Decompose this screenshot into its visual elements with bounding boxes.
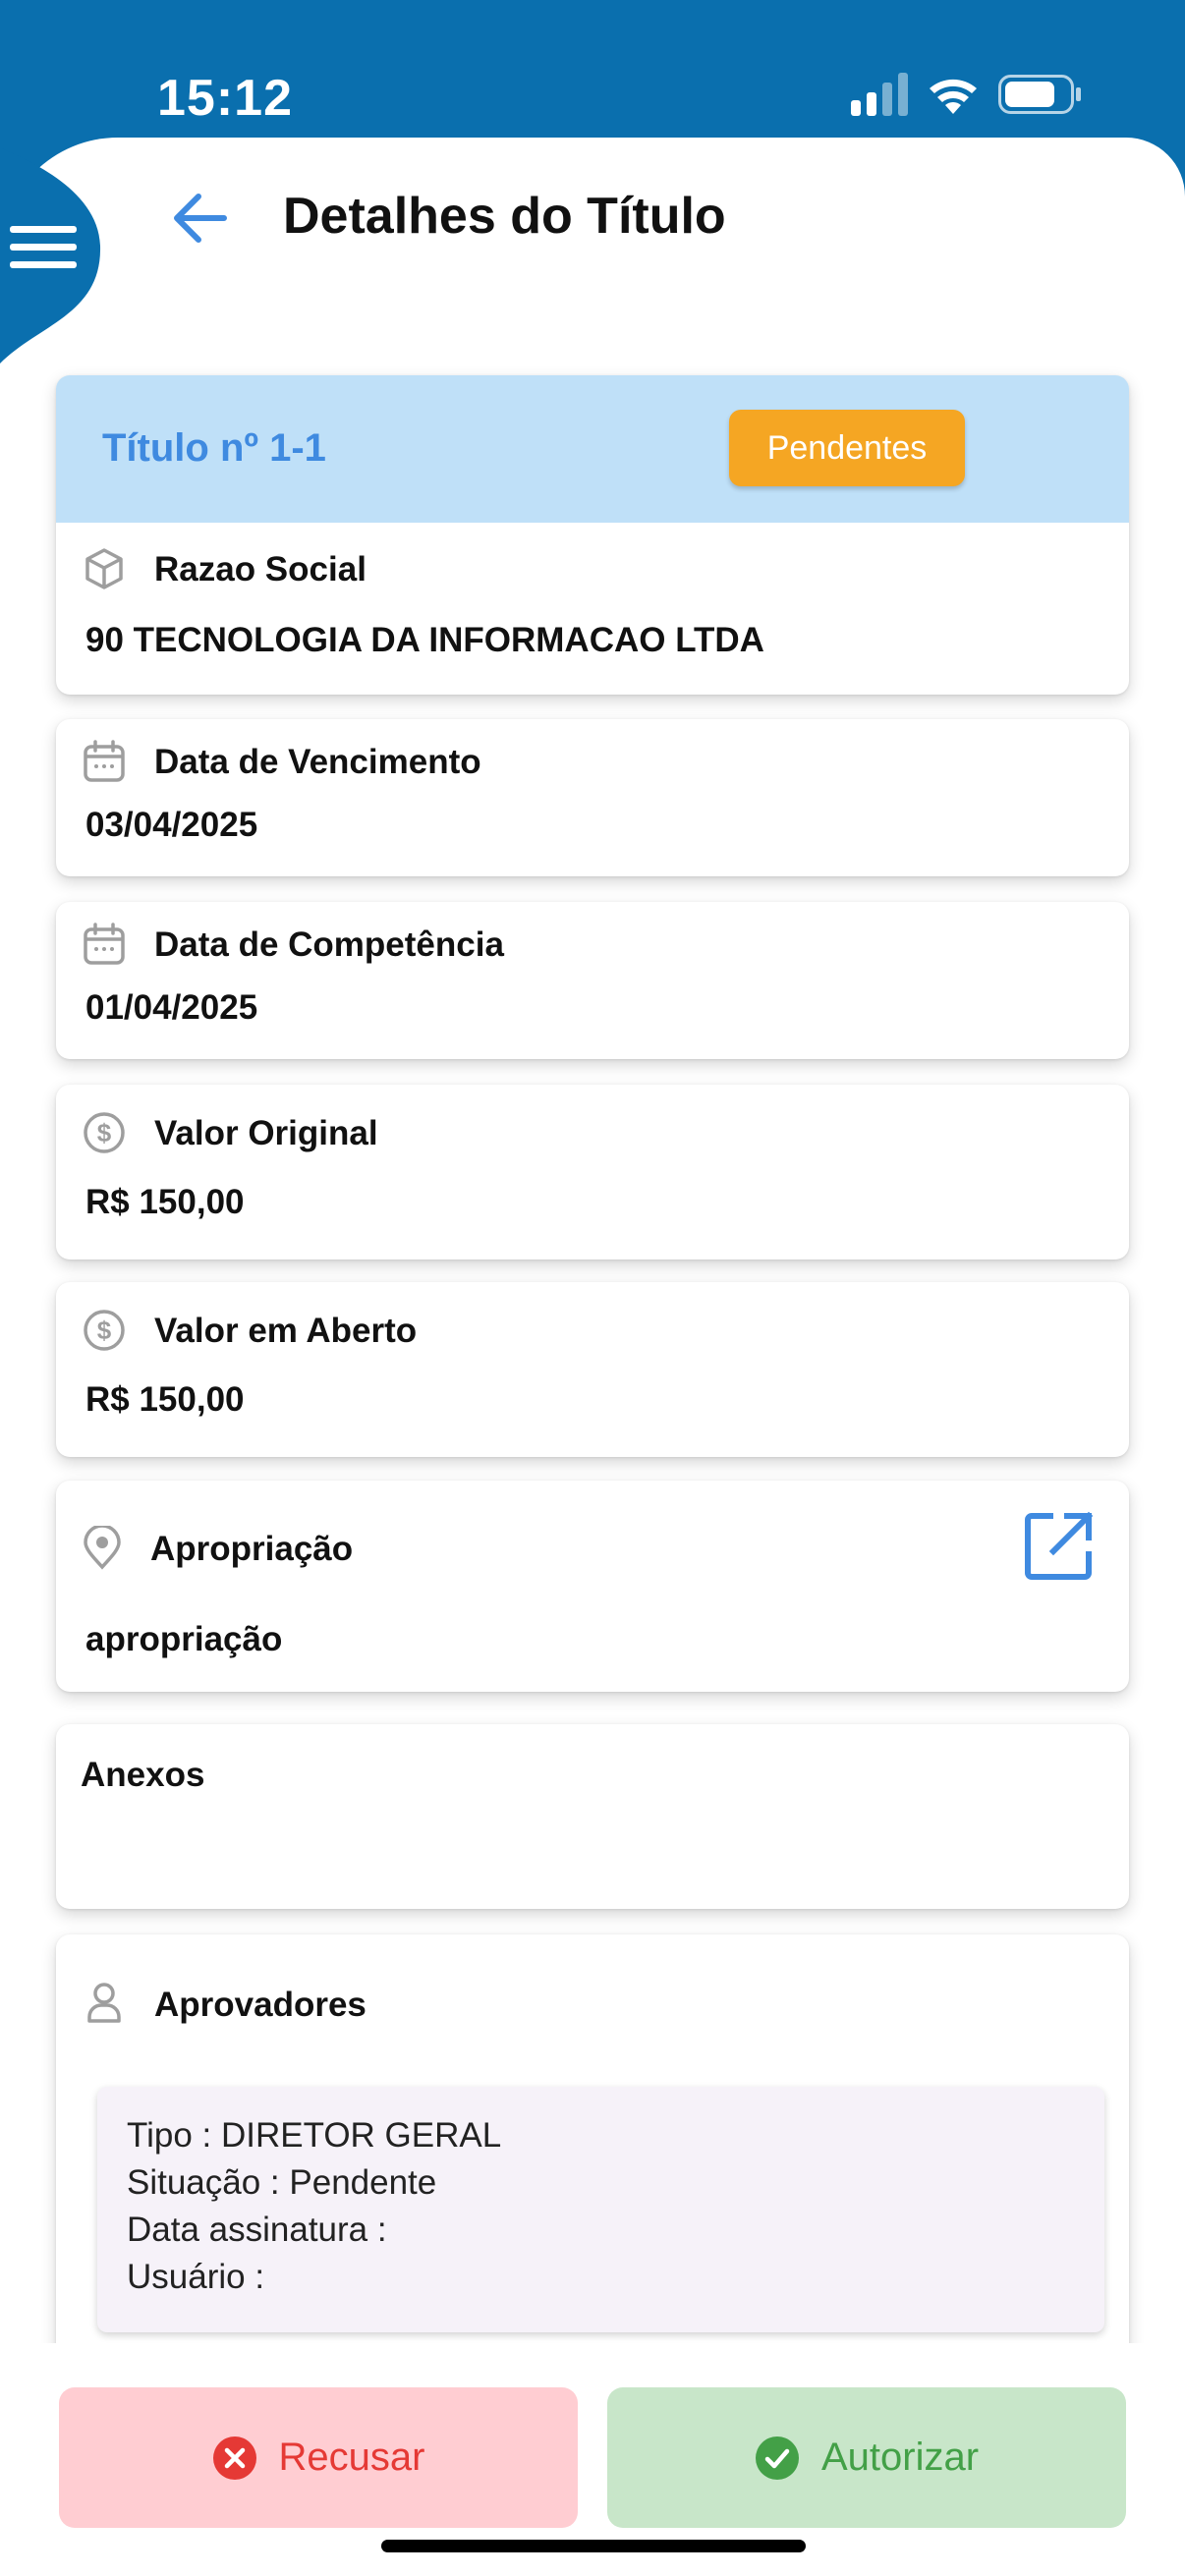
- vencimento-label: Data de Vencimento: [154, 743, 481, 781]
- reject-button[interactable]: Recusar: [59, 2387, 578, 2528]
- anexos-label: Anexos: [81, 1756, 205, 1794]
- valor-aberto-label: Valor em Aberto: [154, 1312, 418, 1350]
- competencia-label: Data de Competência: [154, 925, 504, 964]
- cellular-signal-icon: [851, 73, 908, 116]
- svg-text:$: $: [97, 1118, 112, 1148]
- titulo-number: Título nº 1-1: [102, 426, 326, 470]
- vencimento-card: Data de Vencimento 03/04/2025: [56, 719, 1129, 876]
- status-time: 15:12: [157, 70, 293, 127]
- valor-original-card: $ Valor Original R$ 150,00: [56, 1085, 1129, 1260]
- menu-icon[interactable]: [0, 147, 108, 364]
- approver-data-assinatura: Data assinatura :: [127, 2211, 387, 2249]
- razao-social-value: 90 TECNOLOGIA DA INFORMACAO LTDA: [85, 621, 764, 659]
- box-icon: [85, 548, 123, 589]
- approver-item: Tipo : DIRETOR GERAL Situação : Pendente…: [97, 2087, 1104, 2332]
- page-title: Detalhes do Título: [283, 188, 726, 245]
- approve-label: Autorizar: [820, 2436, 980, 2479]
- approver-usuario: Usuário :: [127, 2258, 265, 2296]
- home-indicator: [381, 2540, 806, 2552]
- open-external-icon[interactable]: [1024, 1510, 1095, 1581]
- competencia-card: Data de Competência 01/04/2025: [56, 902, 1129, 1059]
- apropriacao-value: apropriação: [85, 1620, 283, 1658]
- status-icons: [851, 71, 1087, 120]
- svg-text:$: $: [97, 1316, 112, 1345]
- razao-social-label: Razao Social: [154, 550, 367, 588]
- wifi-icon: [930, 79, 977, 114]
- titulo-header: Título nº 1-1 Pendentes: [56, 375, 1129, 523]
- back-arrow-icon[interactable]: [169, 187, 232, 250]
- calendar-icon: [84, 923, 125, 965]
- valor-aberto-card: $ Valor em Aberto R$ 150,00: [56, 1282, 1129, 1457]
- aprovadores-card: Aprovadores Tipo : DIRETOR GERAL Situaçã…: [56, 1934, 1129, 2367]
- calendar-icon: [84, 740, 125, 782]
- apropriacao-label: Apropriação: [150, 1530, 354, 1568]
- battery-icon: [998, 75, 1081, 114]
- cancel-circle-icon: [212, 2436, 256, 2480]
- reject-label: Recusar: [278, 2436, 425, 2479]
- dollar-icon: $: [84, 1112, 125, 1153]
- status-badge: Pendentes: [729, 410, 965, 486]
- apropriacao-card: Apropriação apropriação: [56, 1481, 1129, 1692]
- approver-situacao: Situação : Pendente: [127, 2163, 437, 2202]
- valor-original-value: R$ 150,00: [85, 1183, 245, 1221]
- check-circle-icon: [755, 2436, 799, 2480]
- approve-button[interactable]: Autorizar: [607, 2387, 1126, 2528]
- person-icon: [87, 1983, 121, 2023]
- competencia-value: 01/04/2025: [85, 988, 258, 1027]
- vencimento-value: 03/04/2025: [85, 806, 258, 844]
- anexos-card: Anexos: [56, 1724, 1129, 1909]
- approver-tipo: Tipo : DIRETOR GERAL: [127, 2116, 502, 2155]
- dollar-icon: $: [84, 1310, 125, 1351]
- aprovadores-label: Aprovadores: [154, 1986, 367, 2024]
- status-bar: 15:12: [0, 0, 1185, 147]
- location-pin-icon: [84, 1526, 121, 1570]
- valor-original-label: Valor Original: [154, 1114, 378, 1152]
- valor-aberto-value: R$ 150,00: [85, 1380, 245, 1419]
- titulo-card: Título nº 1-1 Pendentes Razao Social 90 …: [56, 375, 1129, 695]
